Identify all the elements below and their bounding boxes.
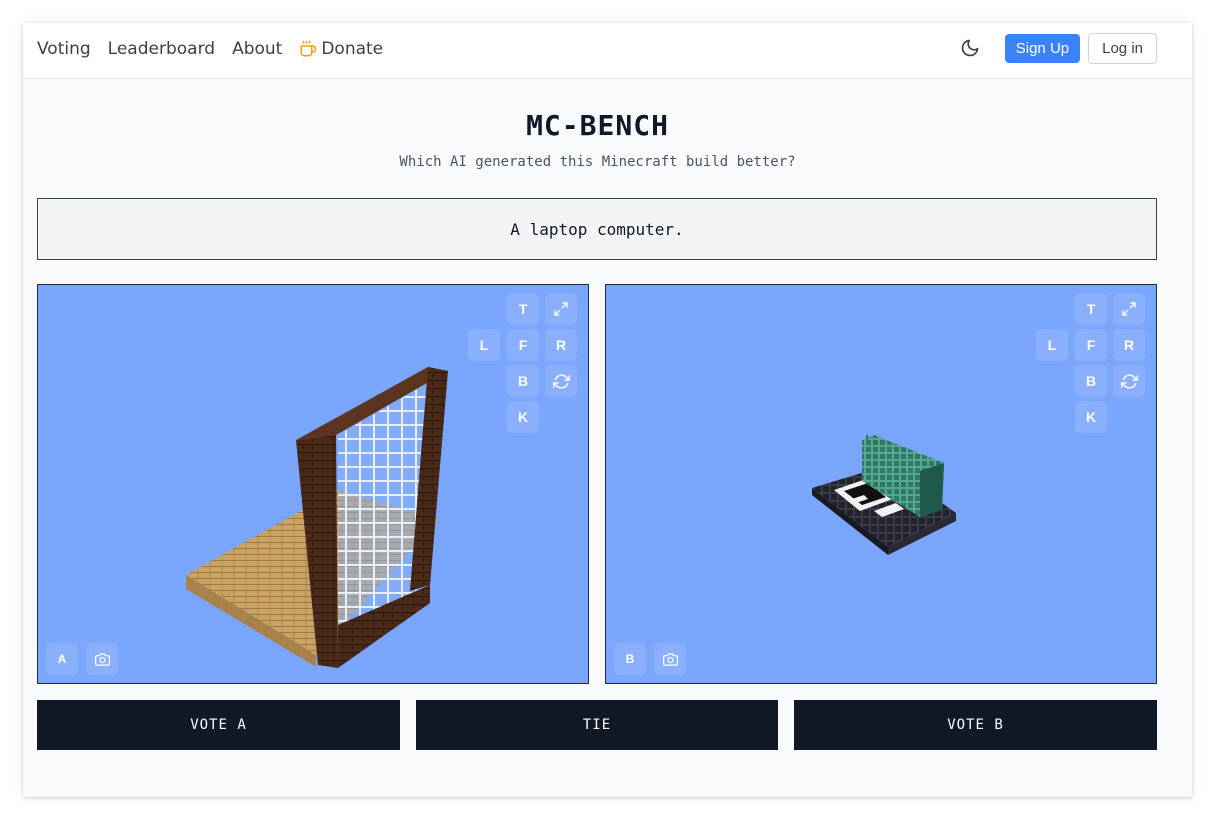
screenshot-button[interactable] bbox=[654, 643, 686, 675]
view-top-button[interactable]: T bbox=[507, 293, 539, 325]
log-in-button[interactable]: Log in bbox=[1088, 32, 1157, 64]
model-a-render[interactable] bbox=[38, 285, 588, 683]
model-b-label: B bbox=[614, 643, 646, 675]
camera-icon bbox=[94, 652, 110, 666]
sign-up-button[interactable]: Sign Up bbox=[1004, 33, 1081, 63]
screenshot-button[interactable] bbox=[86, 643, 118, 675]
view-back-button[interactable]: B bbox=[1075, 365, 1107, 397]
page-subtitle: Which AI generated this Minecraft build … bbox=[399, 154, 796, 170]
expand-icon bbox=[554, 302, 568, 316]
view-back-button[interactable]: B bbox=[507, 365, 539, 397]
moon-icon bbox=[961, 39, 979, 57]
model-a-label: A bbox=[46, 643, 78, 675]
view-left-button[interactable]: L bbox=[468, 329, 500, 361]
rotate-icon bbox=[1120, 373, 1138, 389]
vote-b-button[interactable]: VOTE B bbox=[794, 700, 1157, 750]
model-b-render[interactable] bbox=[606, 285, 1156, 683]
camera-icon bbox=[662, 652, 678, 666]
nav-link-voting[interactable]: Voting bbox=[37, 39, 91, 59]
view-top-button[interactable]: T bbox=[1075, 293, 1107, 325]
app-window: Voting Leaderboard About Donate Sign Up … bbox=[23, 23, 1192, 797]
vote-tie-button[interactable]: TIE bbox=[416, 700, 778, 750]
view-front-button[interactable]: F bbox=[507, 329, 539, 361]
auto-rotate-button[interactable] bbox=[1113, 365, 1145, 397]
view-k-button[interactable]: K bbox=[507, 401, 539, 433]
nav-links: Voting Leaderboard About Donate bbox=[37, 23, 400, 75]
auto-rotate-button[interactable] bbox=[545, 365, 577, 397]
view-front-button[interactable]: F bbox=[1075, 329, 1107, 361]
navbar: Voting Leaderboard About Donate Sign Up … bbox=[23, 23, 1192, 79]
nav-link-about[interactable]: About bbox=[232, 39, 282, 59]
fullscreen-button[interactable] bbox=[545, 293, 577, 325]
view-left-button[interactable]: L bbox=[1036, 329, 1068, 361]
nav-actions: Sign Up Log in bbox=[956, 32, 1157, 64]
donate-label: Donate bbox=[321, 39, 384, 59]
view-right-button[interactable]: R bbox=[545, 329, 577, 361]
model-b-viewer[interactable]: T L F R B K B bbox=[605, 284, 1157, 684]
expand-icon bbox=[1122, 302, 1136, 316]
view-k-button[interactable]: K bbox=[1075, 401, 1107, 433]
nav-link-donate[interactable]: Donate bbox=[299, 39, 383, 59]
rotate-icon bbox=[552, 373, 570, 389]
page-title: MC-BENCH bbox=[526, 109, 669, 142]
vote-a-button[interactable]: VOTE A bbox=[37, 700, 400, 750]
coffee-icon bbox=[300, 40, 317, 57]
main-content: MC-BENCH Which AI generated this Minecra… bbox=[23, 79, 1192, 797]
build-prompt: A laptop computer. bbox=[37, 198, 1157, 260]
theme-toggle-button[interactable] bbox=[956, 34, 984, 62]
nav-link-leaderboard[interactable]: Leaderboard bbox=[108, 39, 215, 59]
view-right-button[interactable]: R bbox=[1113, 329, 1145, 361]
model-a-viewer[interactable]: T L F R B K A bbox=[37, 284, 589, 684]
fullscreen-button[interactable] bbox=[1113, 293, 1145, 325]
